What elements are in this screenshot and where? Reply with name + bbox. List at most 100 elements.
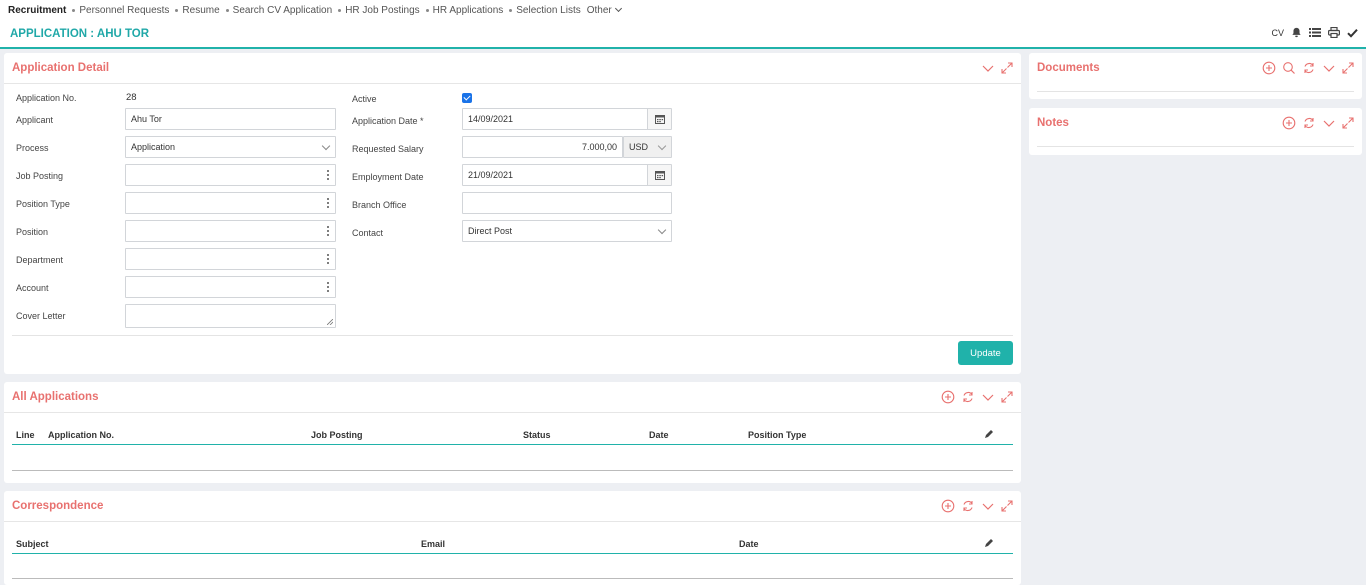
more-options-icon[interactable] [327,254,330,264]
chevron-down-icon [657,225,667,235]
more-options-icon[interactable] [327,198,330,208]
print-icon[interactable] [1328,27,1340,38]
refresh-icon[interactable] [961,499,975,513]
application-no-value: 28 [126,92,137,103]
nav-personnel-requests[interactable]: Personnel Requests [72,5,169,16]
nav-hr-job-postings[interactable]: HR Job Postings [338,5,420,16]
department-input[interactable] [125,248,336,270]
column-header-date[interactable]: Date [739,539,759,549]
nav-resume[interactable]: Resume [175,5,220,16]
position-input[interactable] [125,220,336,242]
applicant-label: Applicant [16,115,54,125]
branch-office-input[interactable] [462,192,672,214]
collapse-icon[interactable] [1322,61,1336,75]
column-header-line[interactable]: Line [16,430,35,440]
table-bottom-line [12,470,1013,471]
requested-salary-input[interactable]: 7.000,00 [462,136,623,158]
top-nav: Recruitment Personnel Requests Resume Se… [0,0,1366,20]
card-title: Notes [1037,117,1069,129]
contact-value: Direct Post [468,226,513,236]
employment-date-input[interactable]: 21/09/2021 [462,164,672,186]
applicant-input[interactable]: Ahu Tor [125,108,336,130]
card-tools [941,390,1013,404]
currency-select[interactable]: USD [623,136,672,158]
nav-recruitment[interactable]: Recruitment [8,5,66,16]
nav-search-cv-application[interactable]: Search CV Application [225,5,332,16]
edit-columns-icon[interactable] [984,538,994,551]
column-header-position-type[interactable]: Position Type [748,430,806,440]
column-header-job-posting[interactable]: Job Posting [311,430,363,440]
add-icon[interactable] [941,390,955,404]
calendar-button[interactable] [647,109,671,129]
column-header-date[interactable]: Date [649,430,669,440]
add-icon[interactable] [941,499,955,513]
bullet-icon [175,8,179,12]
column-header-subject[interactable]: Subject [16,539,49,549]
refresh-icon[interactable] [1302,61,1316,75]
calendar-button[interactable] [647,165,671,185]
nav-label: Personnel Requests [79,4,170,16]
cover-letter-textarea[interactable] [125,304,336,328]
card-title: All Applications [12,391,99,403]
card-title: Documents [1037,62,1100,74]
position-type-input[interactable] [125,192,336,214]
card-tools [981,61,1013,75]
bullet-icon [338,8,342,12]
card-title: Correspondence [12,500,104,512]
refresh-icon[interactable] [1302,116,1316,130]
nav-label: Other [586,4,612,16]
expand-icon[interactable] [1001,391,1013,403]
title-bar: APPLICATION : AHU TOR CV [0,20,1366,49]
chevron-down-icon [321,141,331,151]
currency-value: USD [629,142,649,152]
nav-other-dropdown[interactable]: Other [586,4,622,16]
expand-icon[interactable] [1001,62,1013,74]
card-header: All Applications [4,382,1021,413]
chevron-down-icon [657,141,667,151]
expand-icon[interactable] [1342,62,1354,74]
bell-icon[interactable] [1291,27,1302,38]
list-icon[interactable] [1309,27,1321,38]
update-button[interactable]: Update [958,341,1013,365]
edit-columns-icon[interactable] [984,429,994,442]
employment-date-label: Employment Date [352,172,424,182]
cv-button[interactable]: CV [1271,28,1284,38]
bullet-icon [509,8,513,12]
nav-hr-applications[interactable]: HR Applications [425,5,503,16]
search-icon[interactable] [1282,61,1296,75]
card-header: Documents [1029,53,1362,84]
collapse-icon[interactable] [981,499,995,513]
cover-letter-label: Cover Letter [16,311,66,321]
contact-select[interactable]: Direct Post [462,220,672,242]
active-checkbox[interactable] [462,93,472,103]
application-no-label: Application No. [16,93,77,103]
resize-handle-icon[interactable] [327,319,333,325]
department-label: Department [16,255,64,265]
column-header-status[interactable]: Status [523,430,551,440]
application-date-input[interactable]: 14/09/2021 [462,108,672,130]
job-posting-input[interactable] [125,164,336,186]
more-options-icon[interactable] [327,226,330,236]
process-select[interactable]: Application [125,136,336,158]
all-applications-card: All Applications [4,382,1021,483]
refresh-icon[interactable] [961,390,975,404]
add-icon[interactable] [1262,61,1276,75]
bullet-icon [425,8,429,12]
check-icon[interactable] [1347,28,1358,38]
card-tools [1282,116,1354,130]
collapse-icon[interactable] [1322,116,1336,130]
card-divider [1037,146,1354,147]
account-input[interactable] [125,276,336,298]
column-header-application-no[interactable]: Application No. [48,430,114,440]
expand-icon[interactable] [1001,500,1013,512]
more-options-icon[interactable] [327,170,330,180]
collapse-icon[interactable] [981,61,995,75]
table-header-line [12,553,1013,554]
column-header-email[interactable]: Email [421,539,445,549]
collapse-icon[interactable] [981,390,995,404]
expand-icon[interactable] [1342,117,1354,129]
nav-selection-lists[interactable]: Selection Lists [509,5,581,16]
more-options-icon[interactable] [327,282,330,292]
add-icon[interactable] [1282,116,1296,130]
calendar-icon [654,115,665,124]
